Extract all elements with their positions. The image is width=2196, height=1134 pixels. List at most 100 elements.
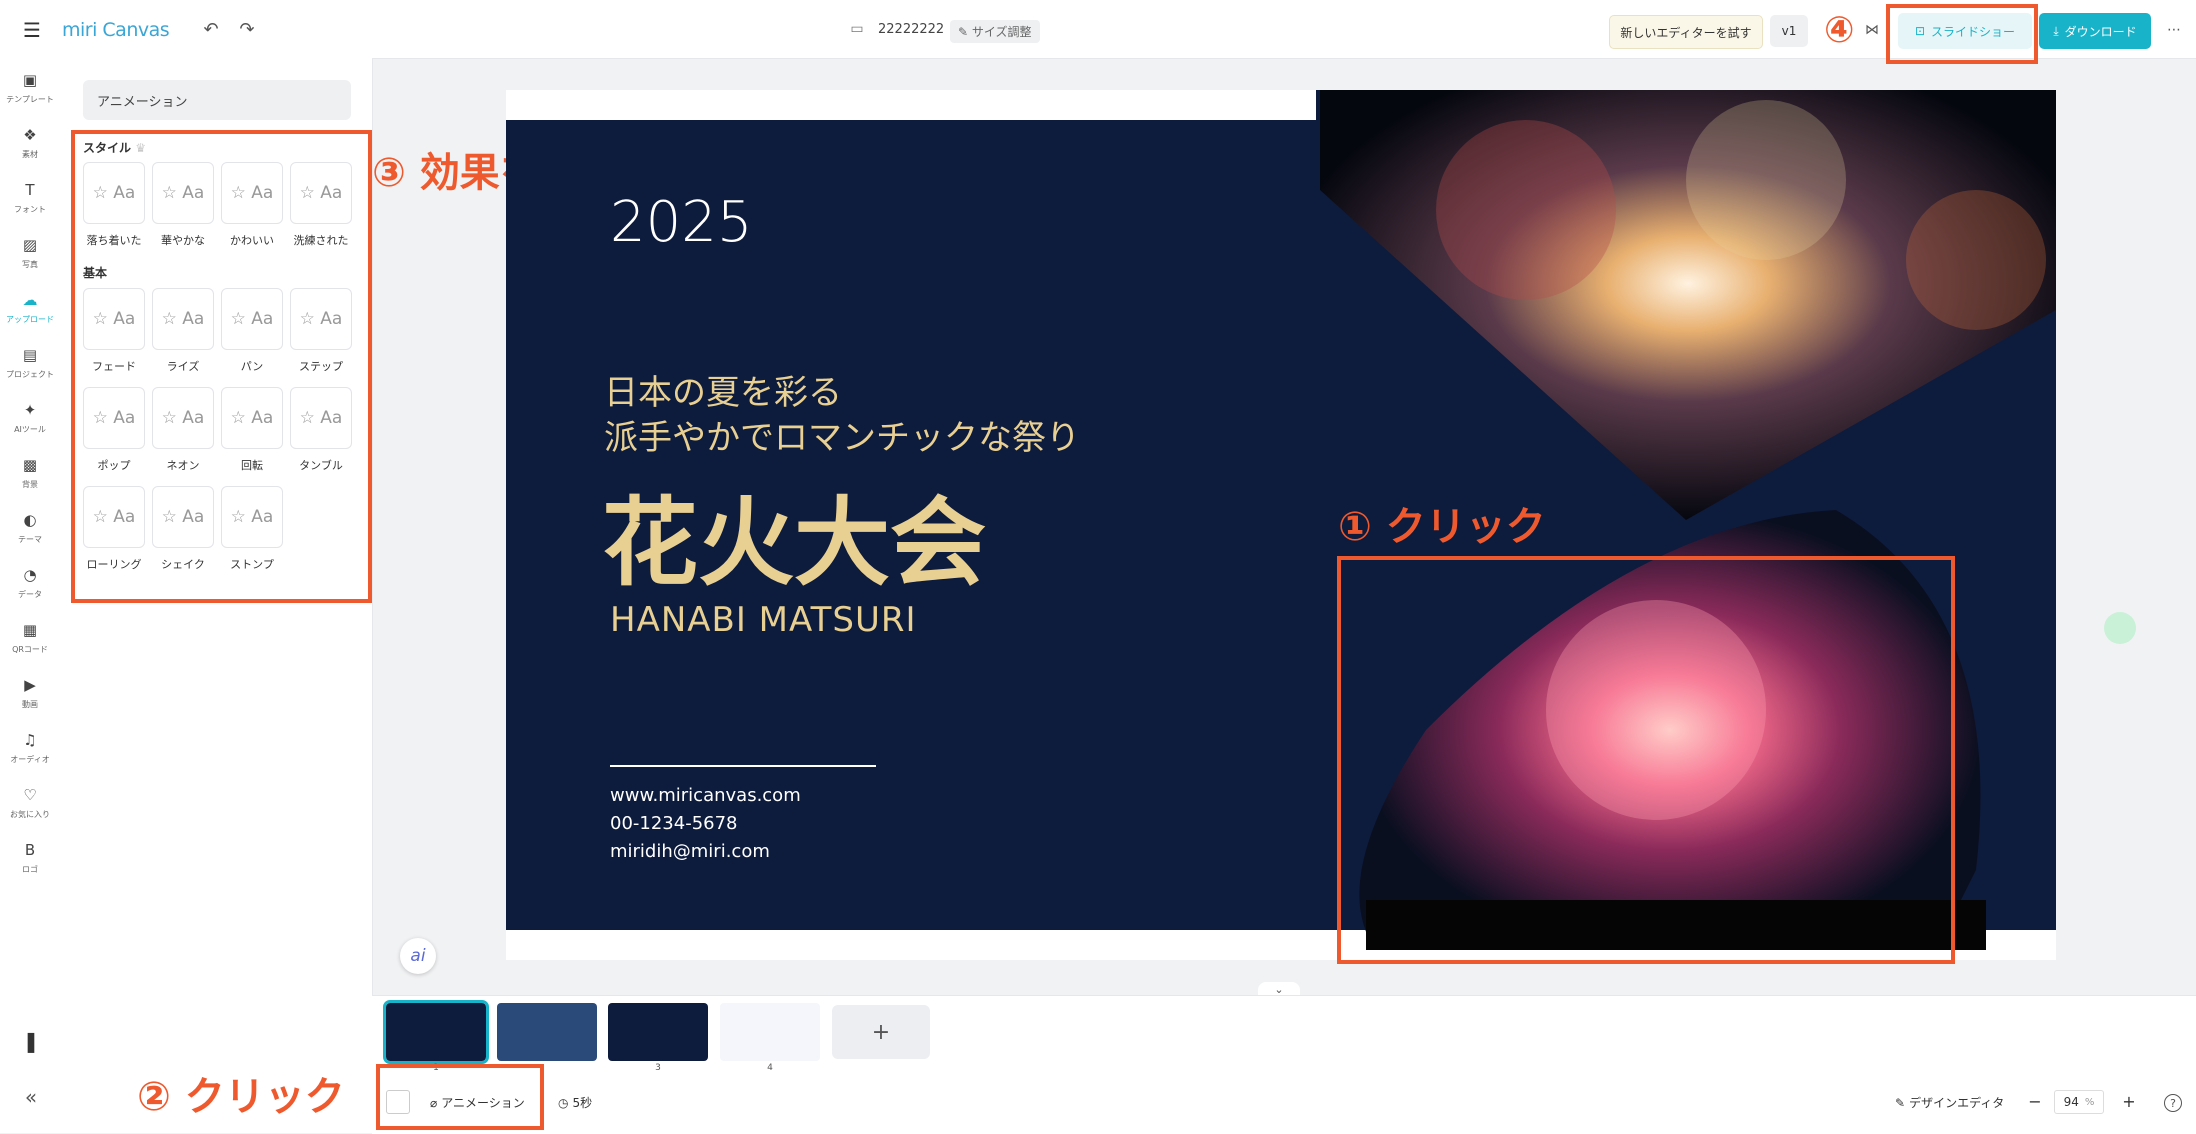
project-icon: ▤: [22, 346, 38, 364]
undo-icon[interactable]: ↶: [200, 18, 222, 40]
folder-icon[interactable]: ▭: [848, 20, 866, 38]
slide-title-en[interactable]: HANABI MATSURI: [610, 600, 917, 640]
share-icon[interactable]: ⋈: [1862, 20, 1882, 40]
new-editor-label: 新しいエディターを試す: [1620, 25, 1752, 40]
audio-icon: ♫: [23, 731, 37, 749]
rail-item[interactable]: ▶ 動画: [0, 667, 60, 719]
selection-handle[interactable]: [2104, 612, 2136, 644]
collapse-pages-icon[interactable]: ⌄: [1258, 982, 1300, 996]
search-input[interactable]: アニメーション: [83, 80, 351, 120]
rail-item-label: テンプレート: [6, 94, 54, 104]
slide-subtitle-line1[interactable]: 日本の夏を彩る: [604, 365, 842, 414]
step4-annotation: ④: [1824, 10, 1855, 51]
design-editor-label: デザインエディタ: [1909, 1096, 2005, 1110]
download-button[interactable]: ⤓ ダウンロード: [2039, 13, 2151, 49]
rail-item-label: テーマ: [18, 534, 42, 544]
step1-annotation: ① クリック: [1338, 504, 1546, 550]
rail-item-label: プロジェクト: [6, 369, 54, 379]
page-thumbnail[interactable]: [608, 1003, 708, 1061]
theme-icon: ◐: [23, 511, 37, 529]
slide-year[interactable]: 2025: [610, 190, 753, 255]
rail-item[interactable]: ✦ AIツール: [0, 392, 60, 444]
rail-item[interactable]: B ロゴ: [0, 832, 60, 884]
rail-item[interactable]: ◔ データ: [0, 557, 60, 609]
add-page-button[interactable]: +: [832, 1005, 930, 1059]
duration-button[interactable]: ◷ 5秒: [558, 1094, 592, 1111]
rail-item[interactable]: ▦ QRコード: [0, 612, 60, 664]
rail-item[interactable]: ▤ プロジェクト: [0, 337, 60, 389]
help-icon[interactable]: ?: [2164, 1094, 2182, 1112]
qr-icon: ▦: [22, 621, 38, 639]
rail-item-label: QRコード: [12, 644, 48, 654]
video-icon: ▶: [24, 676, 36, 694]
step2-annotation: ② クリック: [137, 1074, 345, 1120]
text-icon: T: [25, 181, 35, 199]
zoom-in-icon[interactable]: +: [2120, 1092, 2138, 1111]
rail-item-label: お気に入り: [10, 809, 50, 819]
new-editor-button[interactable]: 新しいエディターを試す: [1609, 15, 1763, 49]
rail-item[interactable]: T フォント: [0, 172, 60, 224]
data-icon: ◔: [23, 566, 37, 584]
slide-subtitle-line2[interactable]: 派手やかでロマンチックな祭り: [604, 410, 1080, 459]
logo-icon: B: [24, 841, 36, 859]
rail-item-label: データ: [18, 589, 42, 599]
rail-item-label: AIツール: [14, 424, 46, 434]
rail-item[interactable]: ▩ 背景: [0, 447, 60, 499]
step1-highlight-box: [1337, 556, 1955, 964]
zoom-unit: %: [2084, 1096, 2095, 1108]
more-icon[interactable]: ⋯: [2164, 20, 2184, 40]
pencil-icon: ✎: [958, 25, 972, 39]
heart-icon: ♡: [23, 786, 37, 804]
rail-item[interactable]: ♡ お気に入り: [0, 777, 60, 829]
slide-email[interactable]: miridih@miri.com: [610, 841, 770, 862]
version-button[interactable]: v1: [1770, 15, 1808, 47]
rail-item[interactable]: ☁ アップロード: [0, 282, 60, 334]
photo-icon: ▨: [22, 236, 38, 254]
brush-icon: ✎: [1895, 1095, 1906, 1110]
rail-item-label: 動画: [22, 699, 38, 709]
ai-assistant-button[interactable]: ai: [400, 938, 436, 974]
app-logo[interactable]: miri Canvas: [62, 19, 170, 41]
resize-label: サイズ調整: [971, 25, 1032, 39]
collapse-icon[interactable]: «: [20, 1085, 42, 1109]
logo-text: miri Canvas: [62, 19, 170, 41]
page-thumbnail[interactable]: [497, 1003, 597, 1061]
rail-item-label: ロゴ: [22, 864, 38, 874]
zoom-value: 94: [2063, 1095, 2079, 1109]
elements-icon: ❖: [23, 126, 37, 144]
document-name[interactable]: 22222222: [878, 22, 944, 37]
template-icon: ▣: [22, 71, 38, 89]
rail-item[interactable]: ▣ テンプレート: [0, 62, 60, 114]
rail-item-label: 背景: [22, 479, 38, 489]
step2-highlight-box: [376, 1064, 544, 1130]
page-number: 4: [767, 1063, 773, 1073]
bookmark-icon[interactable]: ❚: [20, 1029, 42, 1053]
rail-item[interactable]: ♫ オーディオ: [0, 722, 60, 774]
step3-highlight-box: [71, 130, 372, 603]
rail-item[interactable]: ▨ 写真: [0, 227, 60, 279]
version-label: v1: [1781, 24, 1797, 38]
rail-item[interactable]: ❖ 素材: [0, 117, 60, 169]
search-placeholder: アニメーション: [97, 94, 188, 110]
slide-website[interactable]: www.miricanvas.com: [610, 785, 801, 806]
background-icon: ▩: [22, 456, 38, 474]
zoom-field[interactable]: 94 %: [2054, 1090, 2104, 1114]
download-icon: ⤓: [2053, 23, 2059, 38]
rail-item[interactable]: ◐ テーマ: [0, 502, 60, 554]
resize-chip[interactable]: ✎ サイズ調整: [950, 20, 1040, 43]
design-editor-button[interactable]: ✎ デザインエディタ: [1895, 1094, 2004, 1111]
duration-label: 5秒: [572, 1096, 593, 1110]
hamburger-menu-icon[interactable]: ☰: [20, 18, 44, 42]
page-thumbnail[interactable]: [720, 1003, 820, 1061]
ai-tools-icon: ✦: [23, 401, 37, 419]
page-number: 3: [655, 1063, 661, 1073]
rail-item-label: 写真: [22, 259, 38, 269]
redo-icon[interactable]: ↷: [236, 18, 258, 40]
rail-item-label: アップロード: [6, 314, 54, 324]
slide-title[interactable]: 花火大会: [602, 465, 986, 604]
zoom-out-icon[interactable]: −: [2026, 1092, 2044, 1111]
upload-icon: ☁: [22, 291, 38, 309]
slide-phone[interactable]: 00-1234-5678: [610, 813, 738, 834]
rail-item-label: 素材: [22, 149, 38, 159]
page-thumbnail[interactable]: [383, 1000, 489, 1064]
